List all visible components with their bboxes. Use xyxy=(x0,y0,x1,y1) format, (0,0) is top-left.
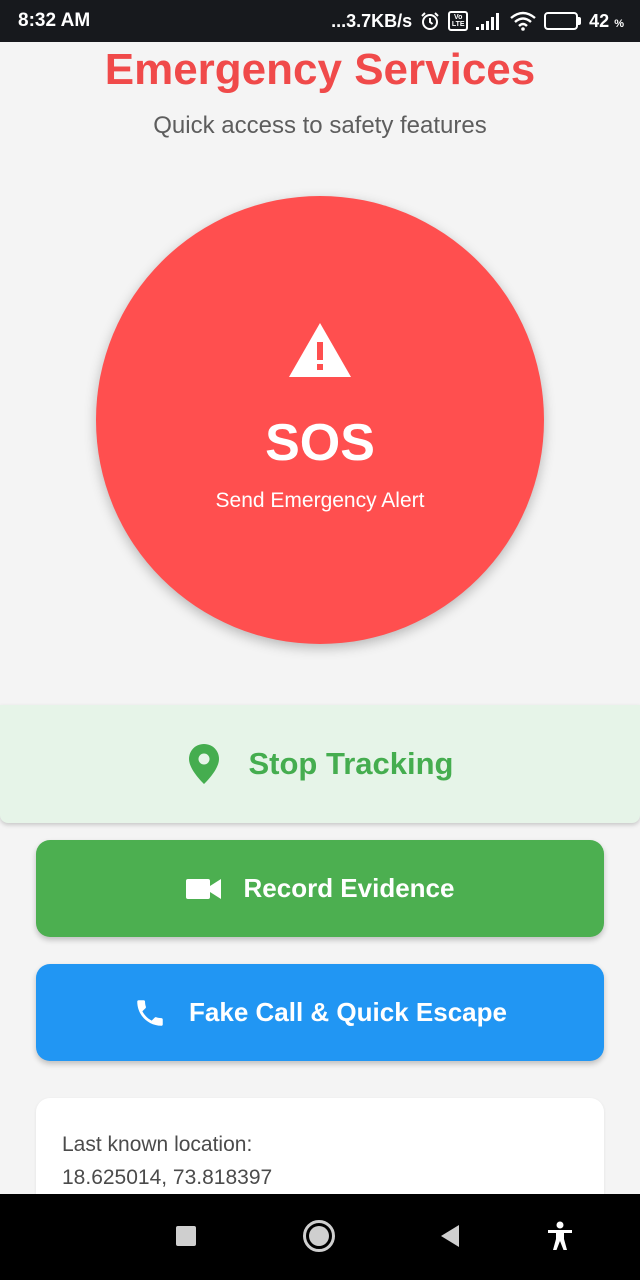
phone-icon xyxy=(133,996,167,1030)
stop-tracking-button[interactable]: Stop Tracking xyxy=(0,705,640,823)
battery-icon xyxy=(544,12,582,30)
warning-icon xyxy=(289,323,351,377)
accessibility-icon[interactable] xyxy=(538,1214,582,1258)
location-pin-icon xyxy=(188,744,219,784)
status-icons: ...3.7KB/s Vo LTE 42 % xyxy=(331,11,624,32)
videocam-icon xyxy=(185,877,222,901)
status-bar: 8:32 AM ...3.7KB/s Vo LTE 42 % xyxy=(0,0,640,42)
navigation-bar xyxy=(0,1194,640,1280)
alarm-icon xyxy=(420,11,440,31)
signal-icon xyxy=(476,12,502,30)
location-label: Last known location: xyxy=(62,1133,253,1156)
volte-icon: Vo LTE xyxy=(448,11,469,31)
recents-icon[interactable] xyxy=(164,1214,208,1258)
sos-sublabel: Send Emergency Alert xyxy=(215,489,425,512)
fake-call-button[interactable]: Fake Call & Quick Escape xyxy=(36,964,604,1061)
fake-call-label: Fake Call & Quick Escape xyxy=(189,997,507,1027)
record-evidence-label: Record Evidence xyxy=(243,873,455,903)
location-coordinates: 18.625014, 73.818397 xyxy=(62,1166,273,1189)
sos-label: SOS xyxy=(265,414,375,472)
wifi-icon xyxy=(510,11,536,31)
sos-button[interactable]: SOS Send Emergency Alert xyxy=(96,196,544,644)
stop-tracking-label: Stop Tracking xyxy=(248,746,454,781)
home-icon[interactable] xyxy=(297,1214,341,1258)
page-subtitle: Quick access to safety features xyxy=(153,112,487,139)
record-evidence-button[interactable]: Record Evidence xyxy=(36,840,604,937)
page-title: Emergency Services xyxy=(104,45,536,94)
back-icon[interactable] xyxy=(428,1214,472,1258)
network-speed: ...3.7KB/s xyxy=(331,10,413,31)
battery-percent: 42 % xyxy=(589,10,624,31)
status-time: 8:32 AM xyxy=(18,10,91,31)
